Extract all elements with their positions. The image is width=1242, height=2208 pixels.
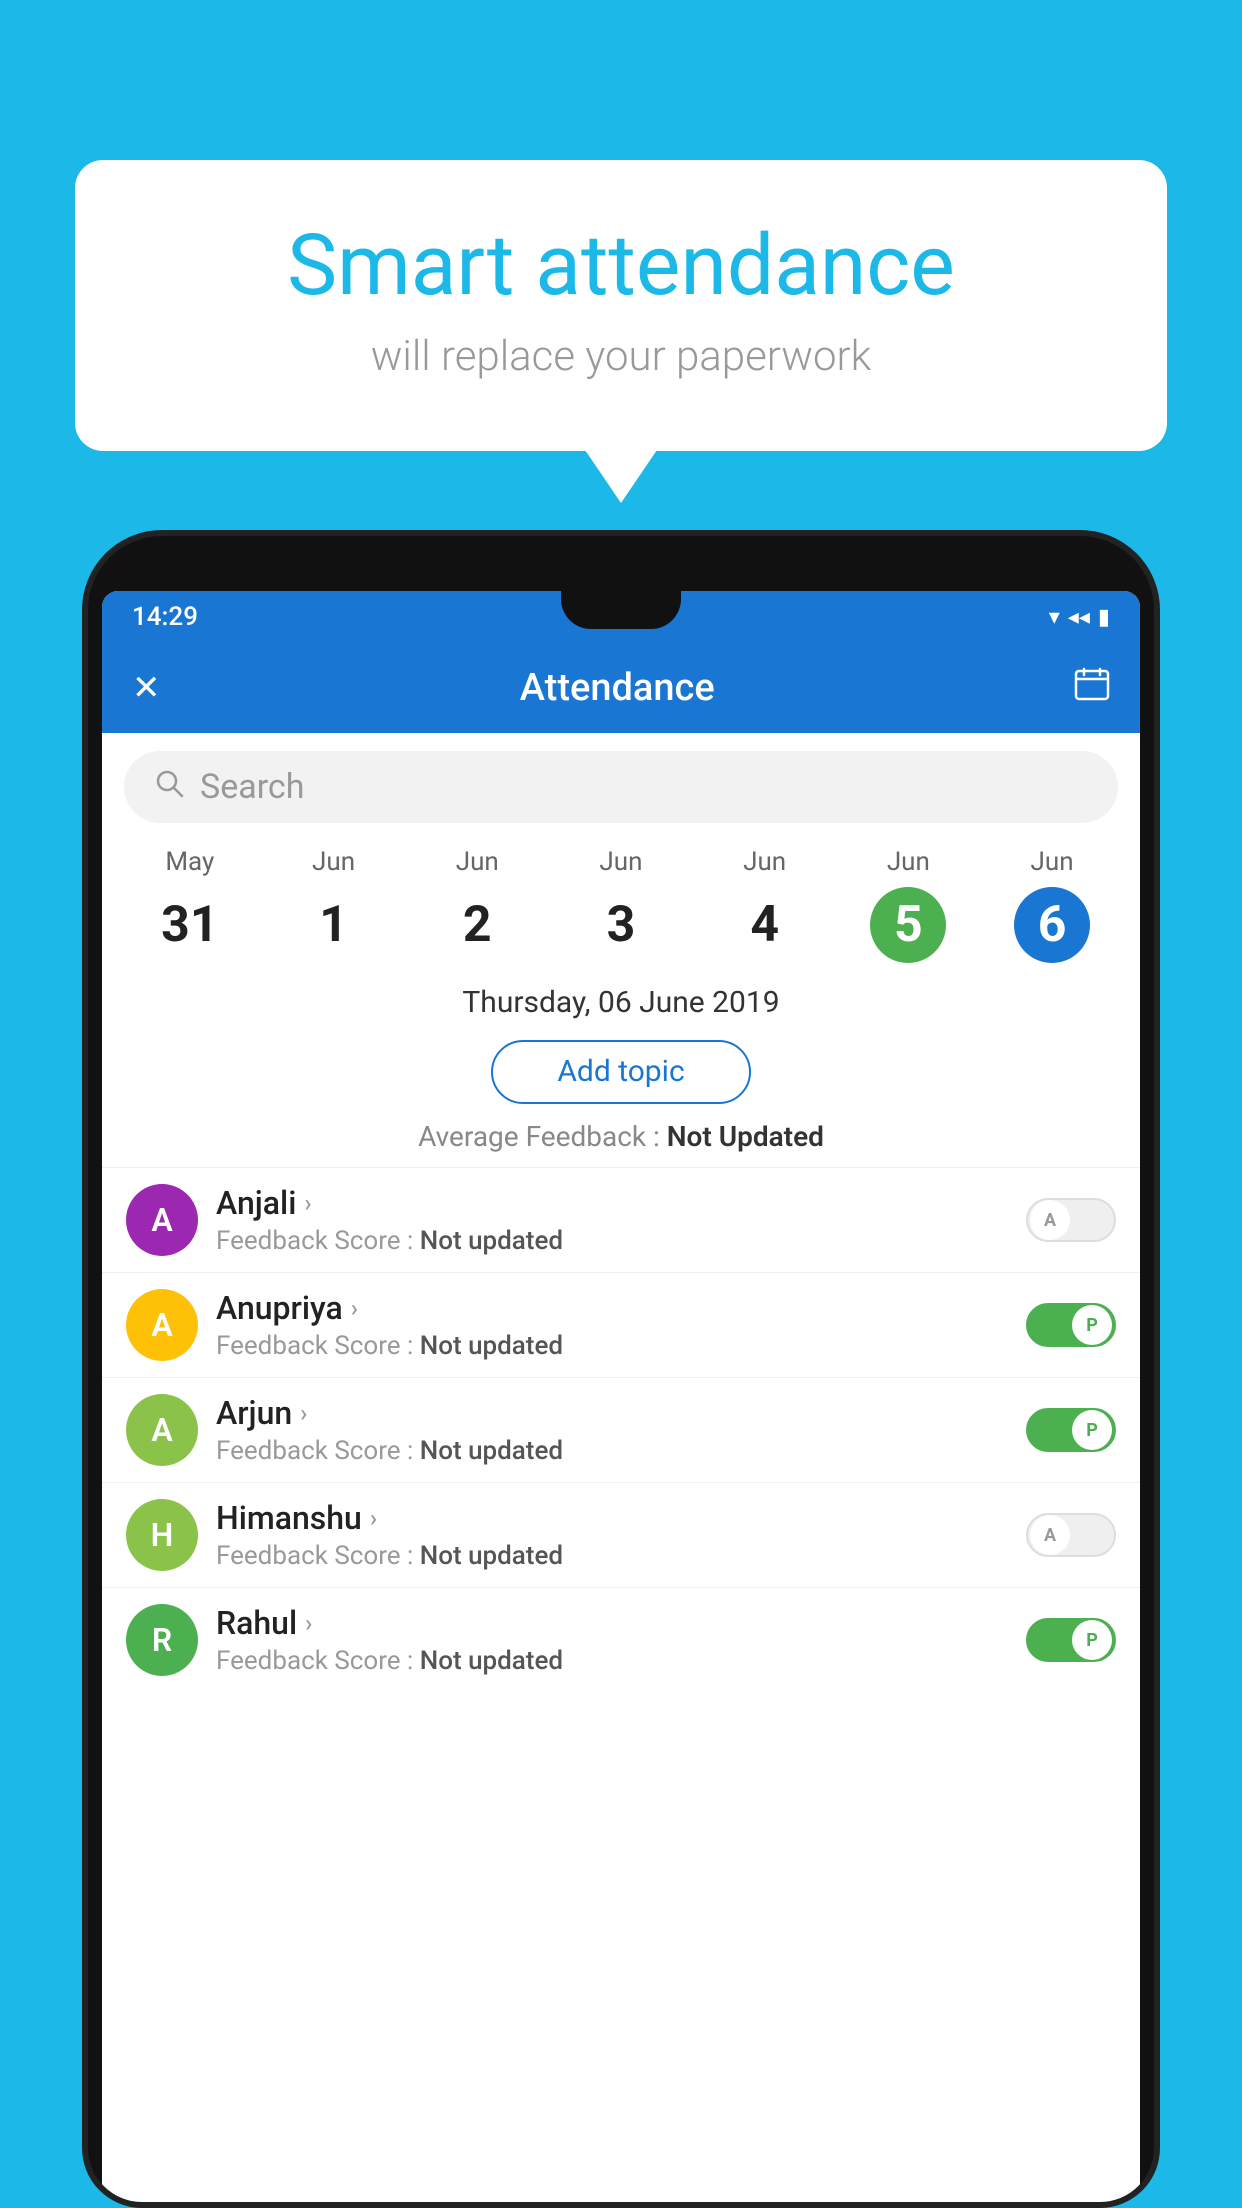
phone-screen: 14:29 ▾ ◂◂ ▮ ✕ Attendance — [102, 591, 1140, 2202]
toggle-knob: A — [1030, 1200, 1070, 1240]
toggle-knob: P — [1072, 1620, 1112, 1660]
feedback-score: Feedback Score : Not updated — [216, 1436, 1008, 1466]
student-list: AAnjali ›Feedback Score : Not updatedAAA… — [102, 1167, 1140, 2202]
cal-month-label: May — [165, 847, 214, 877]
chevron-right-icon: › — [370, 1504, 377, 1532]
battery-icon: ▮ — [1098, 605, 1110, 630]
student-info: Himanshu › Feedback Score : Not updated — [216, 1499, 1008, 1571]
chevron-right-icon: › — [300, 1399, 307, 1427]
search-bar[interactable]: Search — [124, 751, 1118, 823]
attendance-toggle[interactable]: A — [1026, 1198, 1116, 1242]
student-name: Himanshu › — [216, 1499, 1008, 1537]
student-name: Arjun › — [216, 1394, 1008, 1432]
cal-month-label: Jun — [599, 847, 642, 877]
chevron-right-icon: › — [305, 1609, 312, 1637]
feedback-score: Feedback Score : Not updated — [216, 1646, 1008, 1676]
cal-date-number: 5 — [870, 887, 946, 963]
calendar-day[interactable]: Jun 3 — [583, 841, 659, 969]
attendance-toggle[interactable]: P — [1026, 1618, 1116, 1662]
speech-bubble: Smart attendance will replace your paper… — [75, 160, 1167, 451]
student-name: Anupriya › — [216, 1289, 1008, 1327]
avatar: H — [126, 1499, 198, 1571]
attendance-toggle[interactable]: A — [1026, 1513, 1116, 1557]
student-item[interactable]: A Anjali › Feedback Score : Not updated A — [102, 1167, 1140, 1272]
student-name: Anjali › — [216, 1184, 1008, 1222]
status-time: 14:29 — [132, 602, 198, 632]
calendar-day[interactable]: Jun 1 — [296, 841, 372, 969]
cal-date-number: 31 — [152, 887, 228, 963]
avatar: R — [126, 1604, 198, 1676]
cal-month-label: Jun — [1031, 847, 1074, 877]
selected-date: Thursday, 06 June 2019 — [102, 969, 1140, 1030]
student-item[interactable]: R Rahul › Feedback Score : Not updated P — [102, 1587, 1140, 1692]
calendar-day[interactable]: Jun 6 — [1014, 841, 1090, 969]
calendar-day[interactable]: Jun 2 — [439, 841, 515, 969]
student-item[interactable]: A Arjun › Feedback Score : Not updated P — [102, 1377, 1140, 1482]
calendar-day[interactable]: May 31 — [152, 841, 228, 969]
cal-date-number: 4 — [727, 887, 803, 963]
student-info: Anjali › Feedback Score : Not updated — [216, 1184, 1008, 1256]
close-icon[interactable]: ✕ — [132, 668, 161, 708]
feedback-score: Feedback Score : Not updated — [216, 1541, 1008, 1571]
cal-month-label: Jun — [312, 847, 355, 877]
avg-feedback-label: Average Feedback : — [418, 1120, 667, 1153]
student-info: Arjun › Feedback Score : Not updated — [216, 1394, 1008, 1466]
chevron-right-icon: › — [304, 1189, 311, 1217]
attendance-toggle[interactable]: P — [1026, 1303, 1116, 1347]
toggle-knob: P — [1072, 1410, 1112, 1450]
cal-date-number: 2 — [439, 887, 515, 963]
bubble-subtitle: will replace your paperwork — [135, 332, 1107, 381]
search-placeholder: Search — [200, 767, 304, 807]
student-item[interactable]: H Himanshu › Feedback Score : Not updated A — [102, 1482, 1140, 1587]
toggle-knob: A — [1030, 1515, 1070, 1555]
avatar: A — [126, 1289, 198, 1361]
phone-notch — [561, 591, 681, 629]
avatar: A — [126, 1184, 198, 1256]
phone-frame: 14:29 ▾ ◂◂ ▮ ✕ Attendance — [82, 530, 1160, 2208]
signal-icon: ◂◂ — [1068, 605, 1090, 630]
calendar-day[interactable]: Jun 5 — [870, 841, 946, 969]
calendar-icon[interactable] — [1074, 667, 1110, 710]
student-info: Anupriya › Feedback Score : Not updated — [216, 1289, 1008, 1361]
app-bar-title: Attendance — [520, 666, 715, 710]
avg-feedback-value: Not Updated — [667, 1120, 824, 1153]
student-name: Rahul › — [216, 1604, 1008, 1642]
feedback-score: Feedback Score : Not updated — [216, 1331, 1008, 1361]
wifi-icon: ▾ — [1049, 605, 1060, 630]
status-icons: ▾ ◂◂ ▮ — [1049, 605, 1110, 630]
avatar: A — [126, 1394, 198, 1466]
app-bar: ✕ Attendance — [102, 643, 1140, 733]
student-item[interactable]: A Anupriya › Feedback Score : Not updated P — [102, 1272, 1140, 1377]
add-topic-button[interactable]: Add topic — [491, 1040, 751, 1104]
avg-feedback: Average Feedback : Not Updated — [102, 1114, 1140, 1167]
student-info: Rahul › Feedback Score : Not updated — [216, 1604, 1008, 1676]
cal-month-label: Jun — [743, 847, 786, 877]
cal-date-number: 6 — [1014, 887, 1090, 963]
cal-date-number: 1 — [296, 887, 372, 963]
cal-month-label: Jun — [456, 847, 499, 877]
toggle-knob: P — [1072, 1305, 1112, 1345]
search-icon — [154, 768, 184, 806]
chevron-right-icon: › — [351, 1294, 358, 1322]
calendar-day[interactable]: Jun 4 — [727, 841, 803, 969]
cal-date-number: 3 — [583, 887, 659, 963]
feedback-score: Feedback Score : Not updated — [216, 1226, 1008, 1256]
calendar-strip: May 31 Jun 1 Jun 2 Jun 3 Jun 4 Jun 5 Jun 6 — [102, 841, 1140, 969]
cal-month-label: Jun — [887, 847, 930, 877]
bubble-title: Smart attendance — [135, 220, 1107, 312]
attendance-toggle[interactable]: P — [1026, 1408, 1116, 1452]
